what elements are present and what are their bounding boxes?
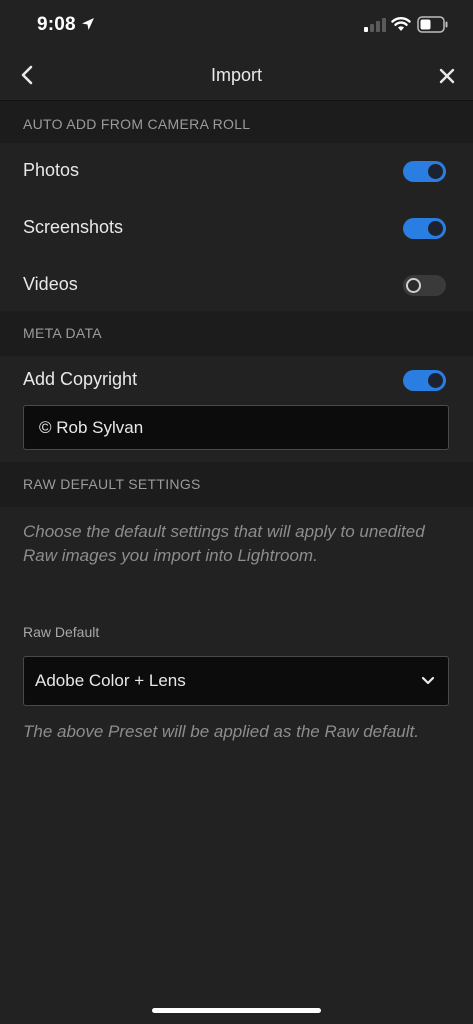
raw-description: Choose the default settings that will ap…	[23, 522, 425, 565]
screenshots-toggle[interactable]	[403, 218, 446, 239]
photos-label: Photos	[23, 160, 80, 180]
section-header-auto-add: AUTO ADD FROM CAMERA ROLL	[0, 101, 473, 143]
toggle-knob	[428, 221, 443, 236]
section-header-metadata: META DATA	[0, 311, 473, 356]
nav-header: Import	[0, 52, 473, 101]
add-copyright-label: Add Copyright	[23, 369, 138, 389]
page-title: Import	[210, 65, 262, 85]
screenshots-row: Screenshots	[0, 200, 473, 256]
cellular-signal-icon	[364, 18, 386, 32]
wifi-icon	[391, 17, 411, 31]
close-icon	[439, 68, 455, 84]
photos-toggle[interactable]	[403, 161, 446, 182]
screenshots-label: Screenshots	[23, 217, 124, 237]
videos-toggle[interactable]	[403, 275, 446, 296]
section-header-raw: RAW DEFAULT SETTINGS	[0, 462, 473, 507]
add-copyright-toggle[interactable]	[403, 370, 446, 391]
close-button[interactable]	[434, 63, 460, 89]
status-bar: 9:08	[0, 0, 473, 52]
section-title: RAW DEFAULT SETTINGS	[23, 476, 201, 492]
raw-default-note: The above Preset will be applied as the …	[23, 722, 419, 741]
section-title: META DATA	[23, 325, 102, 341]
copyright-value: © Rob Sylvan	[39, 418, 144, 437]
videos-row: Videos	[0, 257, 473, 313]
location-arrow-icon	[82, 18, 94, 30]
raw-default-select[interactable]: Adobe Color + Lens	[23, 656, 449, 706]
videos-label: Videos	[23, 274, 78, 294]
raw-default-value: Adobe Color + Lens	[35, 671, 186, 690]
add-copyright-row: Add Copyright	[0, 352, 473, 408]
battery-icon	[417, 16, 448, 33]
toggle-knob	[406, 278, 421, 293]
section-title: AUTO ADD FROM CAMERA ROLL	[23, 116, 251, 132]
home-indicator[interactable]	[152, 1008, 321, 1013]
photos-row: Photos	[0, 143, 473, 199]
chevron-down-icon	[421, 676, 435, 685]
toggle-knob	[428, 164, 443, 179]
toggle-knob	[428, 373, 443, 388]
copyright-field[interactable]: © Rob Sylvan	[23, 405, 449, 450]
raw-default-label: Raw Default	[23, 624, 100, 640]
status-time: 9:08	[37, 14, 76, 35]
